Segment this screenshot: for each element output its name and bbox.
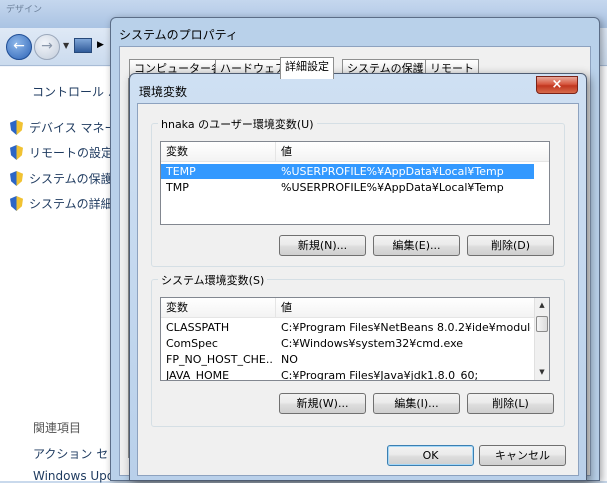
history-dropdown-icon[interactable]: ▼: [63, 41, 69, 50]
related-link-action-center[interactable]: アクション セ: [33, 445, 108, 462]
user-new-button[interactable]: 新規(N)...: [279, 235, 366, 256]
close-icon: ×: [551, 77, 563, 92]
variable-value: C:¥Program Files¥Java¥jdk1.8.0_60;: [281, 369, 479, 381]
variable-name: FP_NO_HOST_CHE...: [166, 353, 274, 366]
system-edit-button[interactable]: 編集(I)...: [373, 393, 460, 414]
column-header-value[interactable]: 値: [276, 298, 536, 318]
uac-shield-icon: [10, 196, 23, 211]
sidebar-link-label: デバイス マネー: [29, 121, 117, 135]
uac-shield-icon: [10, 145, 23, 160]
system-variables-list[interactable]: 変数 値 CLASSPATH C:¥Program Files¥NetBeans…: [160, 297, 550, 381]
user-edit-button[interactable]: 編集(E)...: [373, 235, 460, 256]
dialog-body: hnaka のユーザー環境変数(U) 変数 値 TEMP %USERPROFIL…: [137, 103, 579, 476]
system-new-button[interactable]: 新規(W)...: [279, 393, 366, 414]
variable-name: TEMP: [166, 165, 196, 178]
sidebar-link-label: リモートの設定: [29, 146, 114, 160]
variable-name: TMP: [166, 181, 189, 194]
sidebar-home-link[interactable]: コントロール ハ: [32, 83, 120, 100]
system-variable-row[interactable]: FP_NO_HOST_CHE... NO: [161, 352, 535, 367]
close-button[interactable]: ×: [536, 76, 578, 94]
tab-advanced[interactable]: 詳細設定: [280, 57, 334, 79]
user-variable-row[interactable]: TMP %USERPROFILE%¥AppData¥Local¥Temp: [161, 180, 534, 195]
related-heading: 関連項目: [33, 421, 82, 435]
column-header-variable[interactable]: 変数: [161, 142, 276, 162]
column-header-value[interactable]: 値: [276, 142, 536, 162]
environment-variables-dialog: 環境変数 × hnaka のユーザー環境変数(U) 変数 値 TEMP %USE…: [129, 73, 587, 481]
variable-name: ComSpec: [166, 337, 218, 350]
sidebar-link-advanced-settings[interactable]: システムの詳細: [10, 195, 113, 212]
variable-value: %USERPROFILE%¥AppData¥Local¥Temp: [281, 165, 504, 178]
sidebar-link-device-manager[interactable]: デバイス マネー: [10, 119, 116, 136]
uac-shield-icon: [10, 171, 23, 186]
system-variables-group: システム環境変数(S) 変数 値 CLASSPATH C:¥Program Fi…: [151, 272, 565, 427]
system-variable-row[interactable]: JAVA_HOME C:¥Program Files¥Java¥jdk1.8.0…: [161, 368, 535, 381]
system-variables-label: システム環境変数(S): [158, 272, 268, 288]
ok-button[interactable]: OK: [387, 445, 474, 466]
uac-shield-icon: [10, 120, 23, 135]
vertical-scrollbar[interactable]: ▲ ▼: [534, 298, 549, 380]
user-variables-group: hnaka のユーザー環境変数(U) 変数 値 TEMP %USERPROFIL…: [151, 116, 565, 267]
variable-name: JAVA_HOME: [166, 369, 230, 381]
system-variable-row[interactable]: CLASSPATH C:¥Program Files¥NetBeans 8.0.…: [161, 320, 535, 335]
forward-button[interactable]: →: [34, 34, 60, 60]
user-variable-row[interactable]: TEMP %USERPROFILE%¥AppData¥Local¥Temp: [161, 164, 534, 179]
scroll-down-icon[interactable]: ▼: [535, 365, 549, 380]
list-header: 変数 値: [161, 142, 549, 162]
back-button[interactable]: ←: [6, 34, 32, 60]
variable-value: C:¥Program Files¥NetBeans 8.0.2¥ide¥modu…: [281, 321, 531, 334]
system-properties-title: システムのプロパティ: [119, 28, 238, 42]
sidebar-link-label: システムの詳細: [29, 197, 113, 211]
sidebar-link-system-protection[interactable]: システムの保護: [10, 170, 113, 187]
arrow-left-icon: ←: [13, 38, 25, 54]
list-header: 変数 値: [161, 298, 535, 318]
arrow-right-icon: →: [41, 38, 53, 54]
column-header-variable[interactable]: 変数: [161, 298, 276, 318]
sidebar-link-label: システムの保護: [29, 172, 113, 186]
system-delete-button[interactable]: 削除(L): [467, 393, 554, 414]
cancel-button[interactable]: キャンセル: [479, 445, 566, 466]
variable-name: CLASSPATH: [166, 321, 230, 334]
variable-value: C:¥Windows¥system32¥cmd.exe: [281, 337, 464, 350]
breadcrumb-chevron-icon[interactable]: ▶: [97, 40, 104, 50]
sidebar-link-remote-settings[interactable]: リモートの設定: [10, 144, 113, 161]
variable-value: NO: [281, 353, 298, 366]
system-variable-row[interactable]: ComSpec C:¥Windows¥system32¥cmd.exe: [161, 336, 535, 351]
control-panel-title: デザイン: [6, 5, 43, 15]
user-variables-list[interactable]: 変数 値 TEMP %USERPROFILE%¥AppData¥Local¥Te…: [160, 141, 550, 225]
computer-icon: [74, 38, 92, 53]
scroll-thumb[interactable]: [536, 316, 548, 332]
variable-value: %USERPROFILE%¥AppData¥Local¥Temp: [281, 181, 504, 194]
user-variables-label: hnaka のユーザー環境変数(U): [158, 116, 317, 132]
scroll-up-icon[interactable]: ▲: [535, 298, 549, 313]
user-delete-button[interactable]: 削除(D): [467, 235, 554, 256]
sidebar: コントロール ハ デバイス マネー リモートの設定 システムの保護 システムの詳…: [0, 67, 134, 483]
dialog-title: 環境変数: [139, 85, 188, 99]
